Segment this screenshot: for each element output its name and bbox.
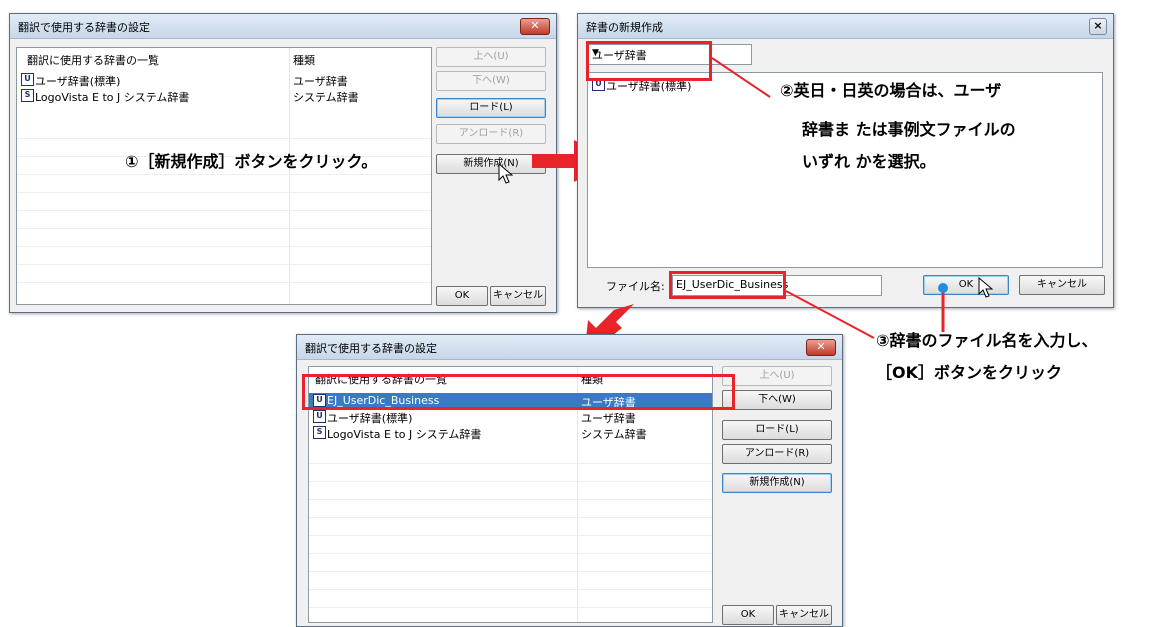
cancel-button[interactable]: キャンセル <box>776 605 832 625</box>
dictionary-type: ユーザ辞書 <box>581 412 636 425</box>
list-item[interactable]: S LogoVista E to J システム辞書 システム辞書 <box>309 425 712 441</box>
system-dictionary-icon: S <box>313 426 326 439</box>
step2-callout-line3: いずれ かを選択。 <box>802 152 936 171</box>
user-dictionary-icon: U <box>313 410 326 423</box>
dictionary-name: LogoVista E to J システム辞書 <box>327 428 482 441</box>
close-button[interactable]: ✕ <box>806 339 836 356</box>
title-bar[interactable]: 翻訳で使用する辞書の設定 ✕ <box>297 335 842 360</box>
move-up-button[interactable]: 上へ(U) <box>722 366 832 386</box>
step3-callout-line2: ［OK］ボタンをクリック <box>876 363 1063 382</box>
step3-callout-line1: ③辞書のファイル名を入力し、 <box>876 331 1098 350</box>
dictionary-name: ユーザ辞書(標準) <box>327 412 413 425</box>
new-dictionary-button[interactable]: 新規作成(N) <box>722 473 832 493</box>
close-icon: ✕ <box>816 340 826 353</box>
ok-button[interactable]: OK <box>722 605 774 625</box>
move-down-button[interactable]: 下へ(W) <box>722 390 832 410</box>
step2-callout-line2: 辞書ま たは事例文ファイルの <box>802 120 1016 139</box>
list-item[interactable]: U ユーザ辞書(標準) ユーザ辞書 <box>309 409 712 425</box>
dictionary-type: システム辞書 <box>581 428 647 441</box>
step2-callout-line1: ②英日・日英の場合は、ユーザ <box>780 81 1002 100</box>
unload-button[interactable]: アンロード(R) <box>722 444 832 464</box>
window-title: 翻訳で使用する辞書の設定 <box>305 342 437 355</box>
highlight-new-entry <box>302 374 735 410</box>
load-button[interactable]: ロード(L) <box>722 420 832 440</box>
